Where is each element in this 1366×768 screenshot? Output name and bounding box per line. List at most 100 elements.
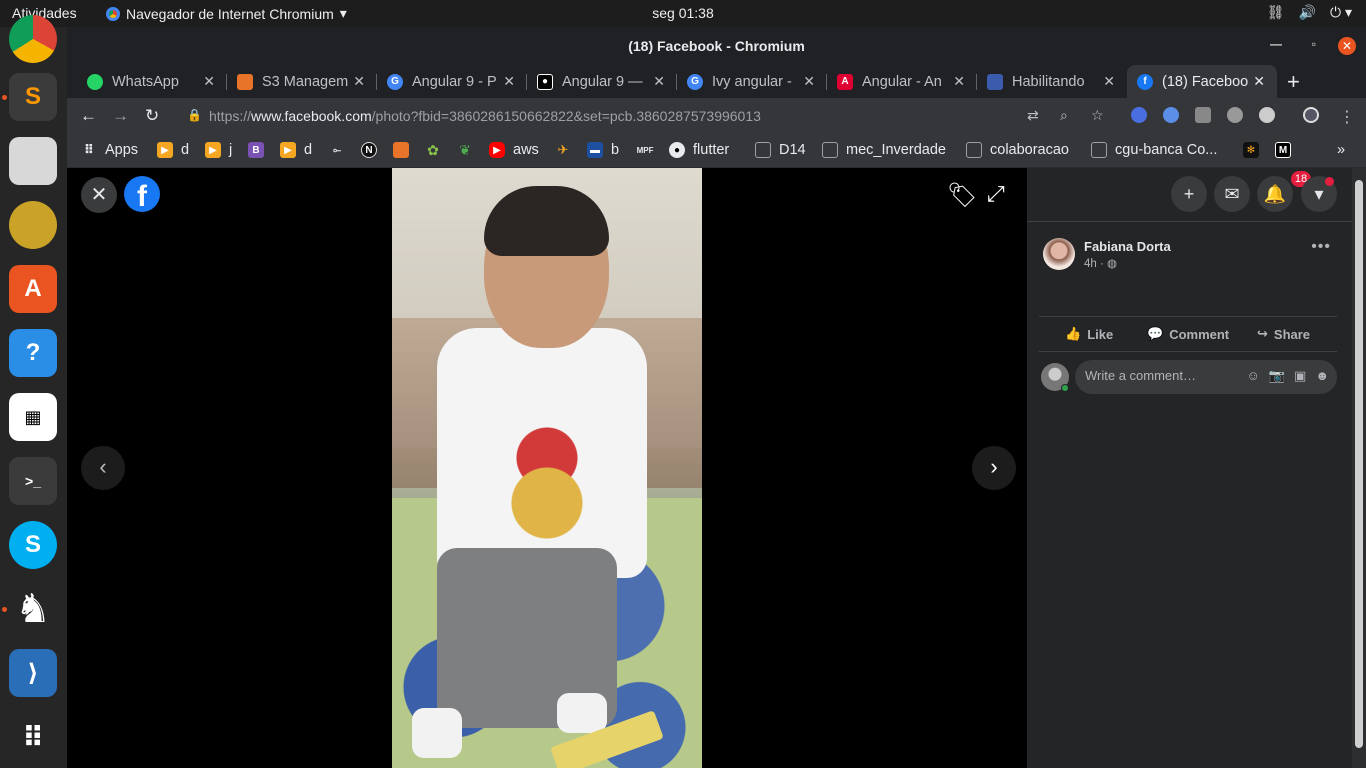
post-photo[interactable]	[392, 168, 702, 768]
vscode-icon[interactable]: ⟩	[9, 649, 57, 697]
new-tab-button[interactable]: +	[1287, 69, 1300, 95]
skype-icon[interactable]: S	[9, 521, 57, 569]
bookmark-joomla[interactable]: ✻	[1243, 142, 1259, 158]
minimize-button[interactable]: —	[1270, 37, 1282, 51]
scrollbar[interactable]	[1352, 168, 1366, 768]
close-tab-icon[interactable]: ✕	[503, 73, 515, 90]
bookmark-bootstrap[interactable]: B	[248, 142, 264, 158]
back-button[interactable]: ←	[80, 106, 97, 126]
bookmark-leaf[interactable]: ❦	[457, 142, 473, 158]
extension-icon[interactable]	[1131, 107, 1147, 123]
translate-icon[interactable]: ⇄	[1027, 107, 1039, 124]
sublime-text-icon[interactable]: S	[9, 73, 57, 121]
sticker-icon[interactable]: ☻	[1315, 368, 1329, 384]
tab-s3[interactable]: S3 Managem ✕	[227, 65, 377, 98]
close-viewer-button[interactable]: ✕	[81, 177, 117, 213]
chess-icon[interactable]: ♞	[9, 585, 57, 633]
chromium-dock-icon[interactable]	[9, 15, 57, 63]
bookmark-mec[interactable]: mec_Inverdade	[822, 142, 946, 158]
close-tab-icon[interactable]: ✕	[953, 73, 965, 90]
bookmark-medium[interactable]: M	[1275, 142, 1291, 158]
reload-button[interactable]: ↻	[145, 106, 159, 126]
close-tab-icon[interactable]: ✕	[353, 73, 365, 90]
terminal-icon[interactable]: >_	[9, 457, 57, 505]
bookmark-gear[interactable]: ✿	[425, 142, 441, 158]
bookmark-aws[interactable]: ▶ aws	[489, 142, 539, 158]
show-apps-icon[interactable]: ⠿	[9, 713, 57, 761]
next-photo-button[interactable]: ›	[972, 446, 1016, 490]
fullscreen-icon[interactable]: ⤢	[987, 181, 1015, 209]
qr-code-icon[interactable]: ▦	[9, 393, 57, 441]
comment-button[interactable]: 💬 Comment	[1147, 326, 1229, 342]
bookmark-d2[interactable]: ▶ d	[280, 142, 312, 158]
youtube-icon: ▶	[489, 142, 505, 158]
extension-icon[interactable]	[1259, 107, 1275, 123]
bookmark-b[interactable]: ▬ b	[587, 142, 619, 158]
author-name[interactable]: Fabiana Dorta	[1084, 239, 1171, 254]
system-tray[interactable]: ⛓ 🔊 ⏻ ▾	[1267, 4, 1352, 21]
facebook-logo-icon[interactable]: f	[124, 176, 160, 212]
chromium-icon	[106, 6, 120, 21]
help-icon[interactable]: ?	[9, 329, 57, 377]
tab-angular-medium[interactable]: ● Angular 9 — ✕	[527, 65, 677, 98]
bookmark-d14[interactable]: D14	[755, 142, 806, 158]
bookmark-mpf[interactable]: MPF	[637, 142, 654, 158]
close-tab-icon[interactable]: ✕	[653, 73, 665, 90]
close-tab-icon[interactable]: ✕	[803, 73, 815, 90]
bookmark-apps[interactable]: ⠿ Apps	[81, 142, 138, 158]
zoom-icon[interactable]: ⌕	[1060, 107, 1068, 124]
account-alert-dot	[1325, 177, 1334, 186]
address-bar[interactable]: 🔒 https://www.facebook.com/photo?fbid=38…	[175, 101, 1125, 131]
extension-icon[interactable]	[1195, 107, 1211, 123]
tab-whatsapp[interactable]: WhatsApp ✕	[77, 65, 227, 98]
rhythmbox-icon[interactable]	[9, 201, 57, 249]
like-button[interactable]: 👍 Like	[1065, 326, 1113, 342]
author-avatar[interactable]	[1043, 238, 1075, 270]
tag-icon[interactable]: 🏷	[947, 181, 977, 209]
notifications-bell-icon[interactable]: 🔔	[1257, 176, 1293, 212]
bookmark-cube[interactable]	[393, 142, 409, 158]
kebab-menu-icon[interactable]: ⋮	[1339, 107, 1355, 127]
share-button[interactable]: ↪ Share	[1257, 326, 1310, 342]
tab-angular-google[interactable]: G Angular 9 - P ✕	[377, 65, 527, 98]
bookmark-flutter[interactable]: ● flutter	[669, 142, 729, 158]
bookmarks-overflow-icon[interactable]: »	[1337, 142, 1345, 158]
create-button[interactable]: +	[1171, 176, 1207, 212]
close-tab-icon[interactable]: ✕	[1253, 73, 1265, 90]
bookmark-cgu[interactable]: cgu-banca Co...	[1091, 142, 1217, 158]
profile-avatar[interactable]	[1303, 107, 1319, 123]
forward-button[interactable]: →	[112, 106, 129, 126]
app-menu[interactable]: Navegador de Internet Chromium ▾	[106, 5, 347, 22]
lock-icon[interactable]: 🔒	[187, 108, 202, 122]
tab-facebook[interactable]: f (18) Faceboo ✕	[1127, 65, 1277, 98]
tab-angular-docs[interactable]: A Angular - An ✕	[827, 65, 977, 98]
extension-icon[interactable]	[1227, 107, 1243, 123]
bookmark-plane[interactable]: ✈	[555, 142, 571, 158]
close-window-button[interactable]: ✕	[1338, 37, 1356, 55]
bookmark-d[interactable]: ▶ d	[157, 142, 189, 158]
software-center-icon[interactable]: A	[9, 265, 57, 313]
bookmark-colaboracao[interactable]: colaboracao	[966, 142, 1069, 158]
close-tab-icon[interactable]: ✕	[1103, 73, 1115, 90]
tab-ivy-angular[interactable]: G Ivy angular - ✕	[677, 65, 827, 98]
bookmark-star-icon[interactable]: ☆	[1091, 107, 1104, 124]
scrollbar-thumb[interactable]	[1355, 180, 1363, 748]
tab-habilitando[interactable]: Habilitando ✕	[977, 65, 1127, 98]
more-options-icon[interactable]: •••	[1311, 238, 1331, 256]
bookmark-n[interactable]: N	[361, 142, 377, 158]
messenger-icon[interactable]: ✉	[1214, 176, 1250, 212]
close-tab-icon[interactable]: ✕	[203, 73, 215, 90]
comment-box[interactable]: ☺ 📷 ▣ ☻	[1075, 360, 1337, 394]
post-time[interactable]: 4h · ◍	[1084, 256, 1117, 270]
maximize-button[interactable]: ▫	[1312, 37, 1316, 51]
bookmark-j[interactable]: ▶ j	[205, 142, 232, 158]
previous-photo-button[interactable]: ‹	[81, 446, 125, 490]
gif-icon[interactable]: ▣	[1294, 368, 1306, 384]
emoji-icon[interactable]: ☺	[1247, 368, 1260, 384]
files-icon[interactable]	[9, 137, 57, 185]
bookmark-link[interactable]: ⟜	[329, 142, 345, 158]
camera-icon[interactable]: 📷	[1269, 368, 1285, 384]
tab-label: S3 Managem	[262, 73, 349, 90]
comment-input[interactable]	[1085, 368, 1235, 383]
extension-icon[interactable]	[1163, 107, 1179, 123]
